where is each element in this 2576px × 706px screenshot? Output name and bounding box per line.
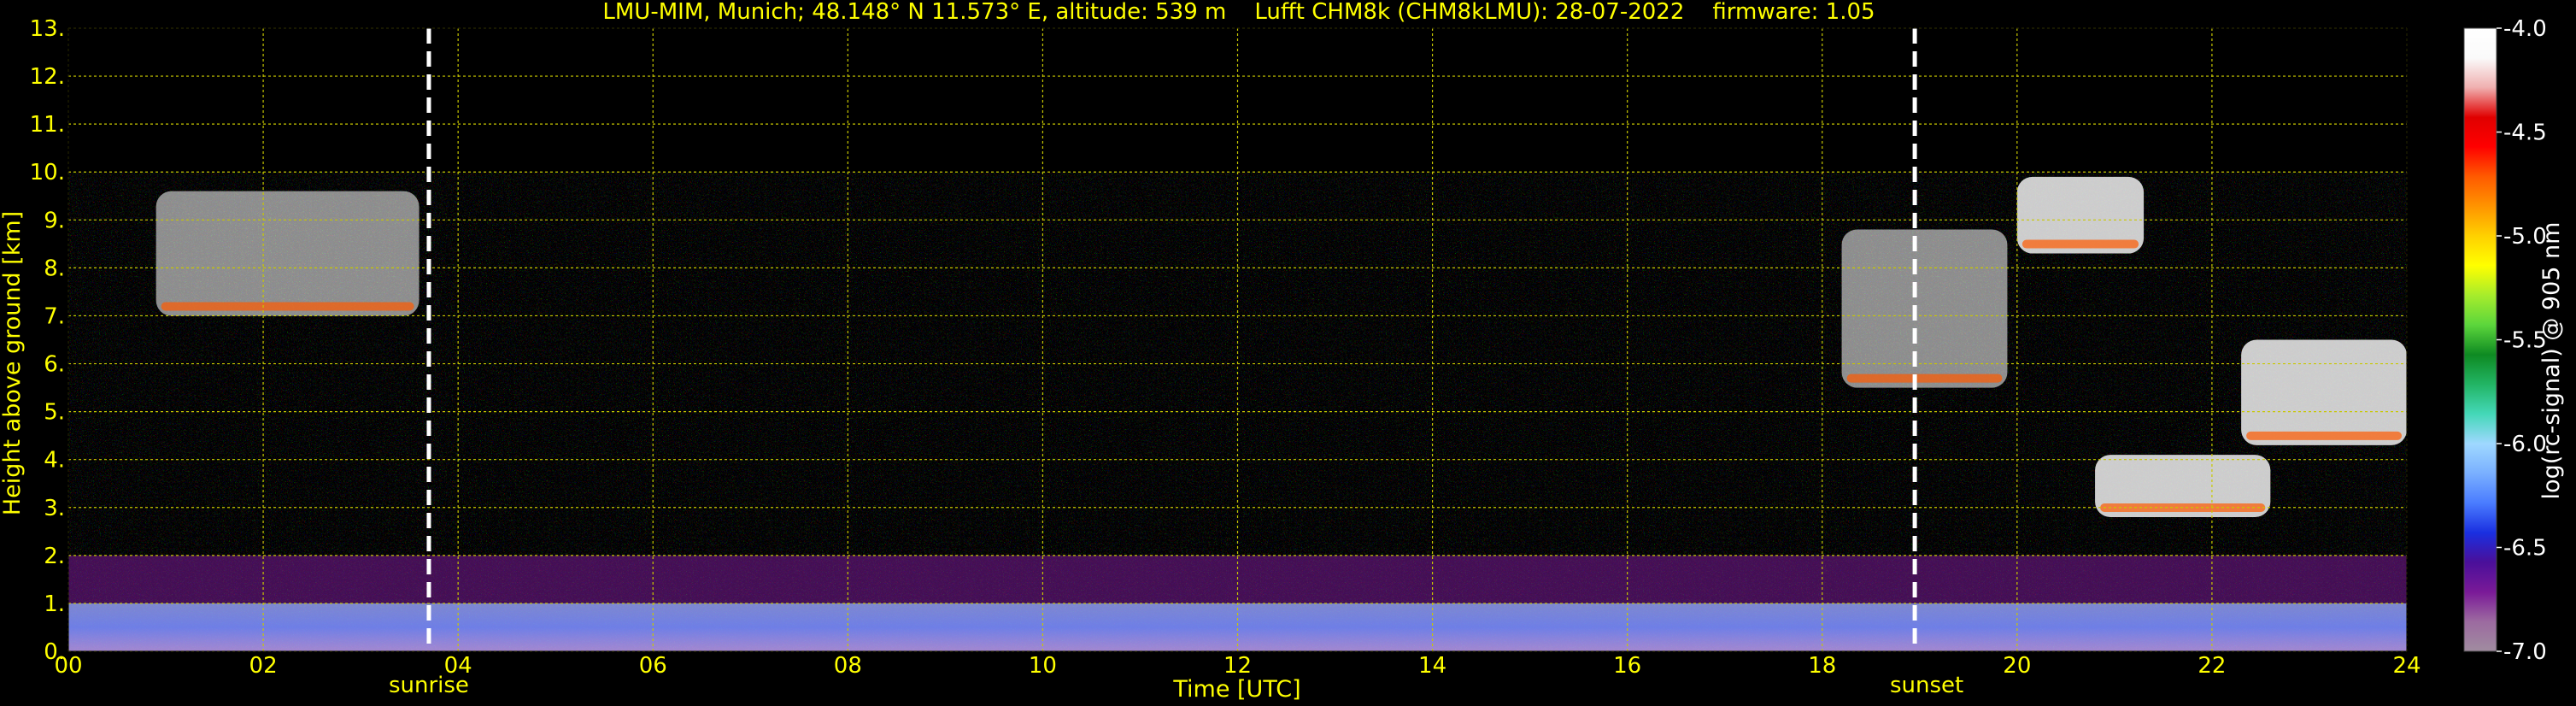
y-tick-label: 8. xyxy=(44,256,65,281)
colorbar-label: log(rc-signal) @ 905 nm xyxy=(2538,222,2565,500)
chart-title: LMU-MIM, Munich; 48.148° N 11.573° E, al… xyxy=(602,0,1875,25)
y-tick-label: 12. xyxy=(30,64,65,90)
y-tick-label: 0. xyxy=(44,639,65,665)
y-tick-label: 6. xyxy=(44,352,65,378)
feature-cirrus-2 xyxy=(155,191,420,316)
feature-cloud-5 xyxy=(2241,339,2407,445)
x-tick-label: 22 xyxy=(2198,653,2226,679)
colorbar-tick-label: -6.5 xyxy=(2503,536,2547,562)
sunset-label: sunset xyxy=(1890,673,1963,698)
colorbar-tick-label: -7.0 xyxy=(2503,639,2547,665)
x-tick-label: 14 xyxy=(1418,653,1446,679)
x-axis-label: Time [UTC] xyxy=(1172,676,1300,703)
y-tick-label: 9. xyxy=(44,208,65,233)
x-tick-label: 16 xyxy=(1613,653,1641,679)
sunrise-label: sunrise xyxy=(389,673,469,698)
x-tick-label: 18 xyxy=(1808,653,1836,679)
x-tick-label: 08 xyxy=(834,653,862,679)
colorbar-tick-label: -4.5 xyxy=(2503,121,2547,146)
y-tick-label: 4. xyxy=(44,448,65,474)
y-tick-label: 3. xyxy=(44,496,65,521)
y-axis-label: Height above ground [km] xyxy=(0,211,26,515)
colorbar-tick-label: -4.0 xyxy=(2503,16,2547,42)
feature-edge-4 xyxy=(2021,239,2139,249)
feature-edge-2 xyxy=(161,302,414,311)
x-tick-label: 06 xyxy=(639,653,667,679)
x-tick-label: 02 xyxy=(249,653,278,679)
x-tick-label: 12 xyxy=(1223,653,1252,679)
y-tick-label: 2. xyxy=(44,544,65,569)
x-tick-label: 24 xyxy=(2392,653,2421,679)
y-tick-label: 5. xyxy=(44,400,65,426)
x-tick-label: 20 xyxy=(2003,653,2031,679)
y-tick-labels: 0. 1. 2. 3. 4. 5. 6. 7. 8. 9. 10. 11. 12. 13. xyxy=(30,16,65,665)
y-tick-label: 10. xyxy=(30,160,65,185)
colorbar: -7.0-6.5-6.0-5.5-5.0-4.5-4.0 log(rc-sign… xyxy=(2463,16,2565,665)
ceilometer-chart: 00 02 04 06 08 10 12 14 16 18 20 22 24 0.1.2.3.4.5.6… xyxy=(0,0,2565,703)
y-tick-label: 11. xyxy=(30,112,65,138)
y-tick-label: 7. xyxy=(44,303,65,329)
x-tick-label: 10 xyxy=(1029,653,1057,679)
feature-edge-3 xyxy=(1846,374,2003,383)
feature-edge-5 xyxy=(2246,431,2402,440)
plot-area xyxy=(67,27,2408,652)
y-tick-label: 13. xyxy=(30,16,65,42)
colorbar-gradient xyxy=(2463,27,2497,652)
y-tick-label: 1. xyxy=(44,591,65,617)
